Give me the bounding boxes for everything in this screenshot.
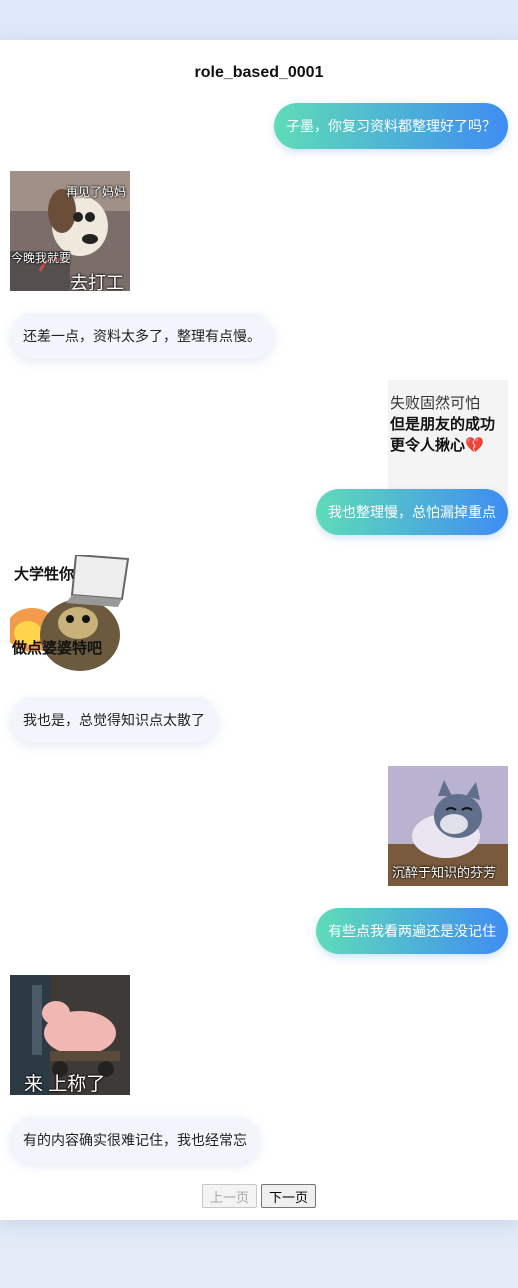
sticker-caption: 大学牲你: [14, 566, 75, 583]
sticker-caption: 做点婆婆特吧: [12, 640, 103, 657]
sticker-caption: 今晚我就要: [11, 251, 72, 265]
sticker-monkey-image: 大学牲你 做点婆婆特吧: [10, 555, 130, 675]
sticker-caption: 失败固然可怕: [390, 395, 481, 412]
sticker-pig-image: 来 上称了: [10, 975, 130, 1095]
pagination: 上一页 下一页: [0, 1184, 518, 1208]
message-bubble-left: 还差一点，资料太多了，整理有点慢。: [10, 313, 274, 359]
sticker-dog-image: 再见了妈妈 今晚我就要 去打工: [10, 171, 130, 291]
message-bubble-right: 子墨，你复习资料都整理好了吗？: [274, 103, 508, 149]
sticker-caption: 去打工: [70, 273, 124, 291]
prev-page-button[interactable]: 上一页: [201, 1184, 257, 1208]
message-bubble-right: 有些点我看两遍还是没记住: [316, 908, 508, 954]
next-page-button[interactable]: 下一页: [261, 1184, 317, 1208]
sticker-text-image: 失败固然可怕 但是朋友的成功 更令人揪心💔: [388, 380, 508, 500]
message-bubble-left: 有的内容确实很难记住，我也经常忘: [10, 1117, 260, 1163]
chat-card: role_based_0001 子墨，你复习资料都整理好了吗？ 再见了妈妈 今晚…: [0, 40, 518, 1220]
sticker-caption: 但是朋友的成功: [390, 416, 496, 433]
sticker-caption: 来 上称了: [24, 1074, 106, 1095]
sticker-caption: 再见了妈妈: [66, 185, 127, 199]
sticker-cat-image: 沉醉于知识的芬芳: [388, 766, 508, 886]
message-bubble-left: 我也是，总觉得知识点太散了: [10, 697, 218, 743]
page-title: role_based_0001: [194, 64, 324, 81]
sticker-caption: 更令人揪心💔: [390, 437, 484, 454]
sticker-caption: 沉醉于知识的芬芳: [392, 865, 497, 880]
message-bubble-right: 我也整理慢，总怕漏掉重点: [316, 489, 508, 535]
